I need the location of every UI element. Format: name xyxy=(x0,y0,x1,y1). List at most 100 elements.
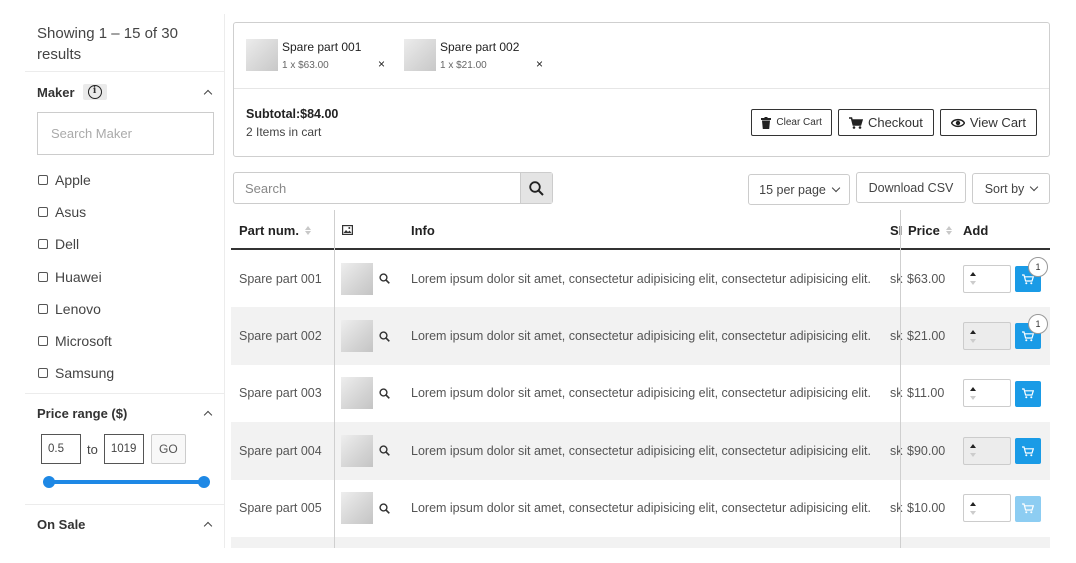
checkout-button[interactable]: Checkout xyxy=(837,109,934,136)
decrement-icon[interactable] xyxy=(970,338,976,343)
product-info: Lorem ipsum dolor sit amet, consectetur … xyxy=(411,271,871,286)
price-go-button[interactable]: GO xyxy=(150,434,186,465)
quantity-stepper[interactable] xyxy=(963,264,1011,293)
price-slider[interactable] xyxy=(43,470,210,494)
maker-label: Apple xyxy=(55,172,91,189)
chevron-up-icon[interactable] xyxy=(204,88,212,96)
clear-cart-button[interactable]: Clear Cart xyxy=(751,109,832,136)
zoom-icon[interactable] xyxy=(379,388,390,399)
decrement-icon[interactable] xyxy=(970,510,976,515)
decrement-icon[interactable] xyxy=(970,281,976,286)
add-to-cart-button[interactable] xyxy=(1015,380,1041,407)
cart-item-qty-price: 1 x $21.00 xyxy=(440,60,487,71)
part-number[interactable]: Spare part 001 xyxy=(239,250,322,307)
price-max-input[interactable]: 1019 xyxy=(103,434,144,465)
product-info: Lorem ipsum dolor sit amet, consectetur … xyxy=(411,501,871,516)
view-cart-button[interactable]: View Cart xyxy=(939,109,1037,136)
quantity-stepper[interactable] xyxy=(963,436,1011,465)
add-to-cart-button[interactable] xyxy=(1015,495,1041,522)
search-button[interactable] xyxy=(520,173,552,203)
zoom-icon[interactable] xyxy=(379,330,390,342)
product-thumbnail[interactable] xyxy=(341,492,373,525)
maker-item-dell[interactable]: Dell xyxy=(38,228,212,260)
part-number[interactable]: Spare part 004 xyxy=(239,422,322,479)
checkbox[interactable] xyxy=(38,303,48,314)
chevron-up-icon[interactable] xyxy=(204,520,212,528)
increment-icon[interactable] xyxy=(970,444,976,449)
clear-cart-label: Clear Cart xyxy=(776,117,822,128)
zoom-icon[interactable] xyxy=(379,445,390,457)
eye-icon xyxy=(950,118,965,127)
cart-icon xyxy=(848,116,863,129)
checkbox[interactable] xyxy=(38,336,48,347)
decrement-icon[interactable] xyxy=(970,453,976,458)
price-to-label: to xyxy=(87,441,98,457)
product-thumbnail[interactable] xyxy=(341,320,373,353)
maker-filter-title: Maker xyxy=(37,84,75,100)
column-header-price[interactable]: Price xyxy=(908,210,952,250)
sort-by-label: Sort by xyxy=(984,181,1025,196)
cart-items: Spare part 001 1 x $63.00 × Spare part 0… xyxy=(234,23,1049,89)
maker-label: Asus xyxy=(55,204,87,221)
cart-item-qty-price: 1 x $63.00 xyxy=(282,60,329,71)
checkbox[interactable] xyxy=(38,175,48,186)
product-price: $90.00 xyxy=(907,443,946,458)
product-info: Lorem ipsum dolor sit amet, consectetur … xyxy=(411,329,871,344)
zoom-icon[interactable] xyxy=(379,503,390,514)
price-min-input[interactable]: 0.5 xyxy=(41,434,81,465)
remove-item-icon[interactable]: × xyxy=(378,57,385,71)
search-maker-input[interactable]: Search Maker xyxy=(37,112,214,155)
chevron-up-icon[interactable] xyxy=(204,409,212,417)
add-to-cart-button[interactable] xyxy=(1015,438,1041,465)
price-filter-title: Price range ($) xyxy=(37,405,128,421)
trash-icon xyxy=(761,116,772,129)
part-number[interactable]: Spare part 002 xyxy=(239,307,322,364)
maker-item-asus[interactable]: Asus xyxy=(38,196,212,228)
cart-qty-badge: 1 xyxy=(1028,314,1048,335)
price-slider-max-handle[interactable] xyxy=(198,476,210,489)
products-table: Spare part 001 Lorem ipsum dolor sit ame… xyxy=(231,210,1050,548)
sort-icon[interactable] xyxy=(304,225,311,235)
product-search[interactable]: Search xyxy=(233,172,553,204)
column-header-part[interactable]: Part num. xyxy=(239,210,311,250)
product-thumbnail[interactable] xyxy=(341,262,373,295)
maker-filter-header[interactable]: Maker i xyxy=(25,72,224,112)
maker-item-apple[interactable]: Apple xyxy=(38,164,212,196)
on-sale-filter-header[interactable]: On Sale xyxy=(25,505,224,543)
checkbox[interactable] xyxy=(38,239,48,250)
search-input[interactable]: Search xyxy=(234,173,520,203)
increment-icon[interactable] xyxy=(970,272,976,277)
table-row: Spare part 001 Lorem ipsum dolor sit ame… xyxy=(231,250,1050,307)
quantity-stepper[interactable] xyxy=(963,322,1011,351)
maker-item-huawei[interactable]: Huawei xyxy=(38,261,212,293)
maker-item-microsoft[interactable]: Microsoft xyxy=(38,325,212,357)
maker-label: Dell xyxy=(55,236,80,253)
maker-item-lenovo[interactable]: Lenovo xyxy=(38,293,212,325)
price-slider-min-handle[interactable] xyxy=(43,476,55,489)
remove-item-icon[interactable]: × xyxy=(536,57,543,71)
product-price: $63.00 xyxy=(907,271,946,286)
column-divider[interactable] xyxy=(900,210,901,548)
maker-item-samsung[interactable]: Samsung xyxy=(38,357,212,389)
checkbox[interactable] xyxy=(38,271,48,282)
increment-icon[interactable] xyxy=(970,386,976,391)
download-csv-button[interactable]: Download CSV xyxy=(856,172,966,203)
column-label: Part num. xyxy=(239,222,299,238)
part-number[interactable]: Spare part 003 xyxy=(239,365,322,422)
checkbox[interactable] xyxy=(38,368,48,379)
checkbox[interactable] xyxy=(38,207,48,218)
part-number[interactable]: Spare part 005 xyxy=(239,480,322,537)
increment-icon[interactable] xyxy=(970,501,976,506)
increment-icon[interactable] xyxy=(970,329,976,334)
maker-info-button[interactable]: i xyxy=(82,84,107,100)
product-thumbnail[interactable] xyxy=(341,434,373,467)
sort-icon[interactable] xyxy=(945,225,952,235)
product-thumbnail[interactable] xyxy=(341,377,373,410)
sort-by-select[interactable]: Sort by xyxy=(972,173,1050,204)
quantity-stepper[interactable] xyxy=(963,494,1011,523)
decrement-icon[interactable] xyxy=(970,395,976,400)
price-filter-header[interactable]: Price range ($) xyxy=(25,394,224,432)
quantity-stepper[interactable] xyxy=(963,379,1011,408)
per-page-select[interactable]: 15 per page xyxy=(748,174,850,205)
zoom-icon[interactable] xyxy=(379,273,390,285)
